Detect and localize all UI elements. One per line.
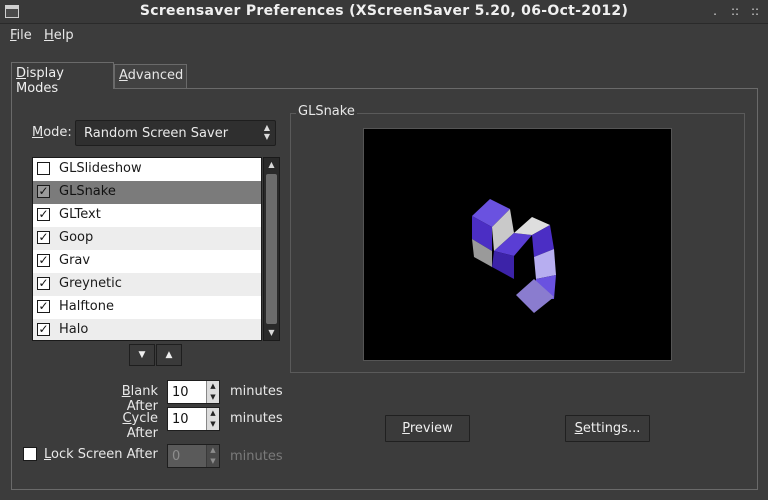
list-item-label: GLSlideshow [59, 161, 142, 176]
snake-segment [492, 251, 514, 279]
scroll-up-icon[interactable]: ▲ [264, 158, 279, 172]
screensaver-list[interactable]: GLSlideshow ✓ GLSnake ✓ GLText ✓ Goop ✓ Grav ✓ Gre… [32, 157, 262, 341]
blank-spin-buttons[interactable]: ▲ ▼ [206, 381, 219, 403]
mode-label: Mode: [32, 125, 72, 140]
enable-checkbox[interactable]: ✓ [37, 208, 50, 221]
tab-advanced-mnemonic: A [119, 68, 128, 83]
spin-down-icon[interactable]: ▼ [207, 392, 219, 403]
menu-bar: File Help [0, 25, 768, 49]
blank-after-unit: minutes [230, 384, 283, 399]
settings-button[interactable]: Settings... [565, 415, 650, 442]
mode-mnemonic: M [32, 125, 44, 140]
select-up-arrow-icon: ▲ [263, 123, 270, 132]
blank-after-spinner[interactable]: 10 ▲ ▼ [167, 380, 220, 404]
tab-display-mnemonic: D [16, 66, 27, 81]
select-down-arrow-icon: ▼ [263, 132, 270, 141]
lock-spin-buttons: ▲ ▼ [206, 445, 219, 467]
spin-up-icon[interactable]: ▲ [207, 408, 219, 419]
cycle-after-label: Cycle After [88, 411, 158, 441]
list-item[interactable]: ✓ Halftone [33, 296, 261, 319]
settings-label: ettings... [582, 421, 641, 436]
cycle-after-unit: minutes [230, 411, 283, 426]
lock-screen-label[interactable]: Lock Screen After [44, 447, 158, 462]
preview-mnemonic: P [402, 421, 410, 436]
close-icon[interactable]: :: [750, 4, 760, 18]
blank-after-value: 10 [172, 385, 189, 400]
enable-checkbox[interactable]: ✓ [37, 185, 50, 198]
scroll-down-icon[interactable]: ▼ [264, 326, 279, 340]
scrollbar-thumb[interactable] [266, 174, 277, 324]
window-controls: . :: :: [710, 4, 760, 18]
spin-up-icon[interactable]: ▲ [207, 381, 219, 392]
list-item[interactable]: ✓ Greynetic [33, 273, 261, 296]
menu-help[interactable]: Help [44, 28, 74, 43]
list-item[interactable]: ✓ Grav [33, 250, 261, 273]
spin-down-icon: ▼ [210, 457, 216, 465]
spin-up-icon: ▲ [210, 446, 216, 454]
preview-button[interactable]: Preview [385, 415, 470, 442]
lock-screen-checkbox[interactable] [23, 447, 37, 461]
glsnake-render [472, 199, 556, 313]
spin-down-icon[interactable]: ▼ [207, 419, 219, 430]
mode-select[interactable]: Random Screen Saver ▲ ▼ [75, 120, 276, 146]
maximize-icon[interactable]: :: [730, 4, 740, 18]
cycle-mnemonic: C [122, 411, 132, 426]
blank-mnemonic: B [121, 384, 131, 399]
list-item-label: Halftone [59, 299, 114, 314]
tab-advanced-label: dvanced [127, 68, 184, 83]
move-down-button[interactable]: ▼ [129, 344, 155, 366]
cycle-label-text: ycle After [126, 411, 158, 441]
list-item[interactable]: ✓ GLSnake [33, 181, 261, 204]
list-item[interactable]: ✓ GLText [33, 204, 261, 227]
enable-checkbox[interactable]: ✓ [37, 323, 50, 336]
lock-label-text: ock Screen After [51, 447, 158, 462]
settings-mnemonic: S [574, 421, 583, 436]
select-arrows-icon: ▲ ▼ [264, 123, 270, 141]
enable-checkbox[interactable]: ✓ [37, 300, 50, 313]
cycle-after-value: 10 [172, 412, 189, 427]
window-title: Screensaver Preferences (XScreenSaver 5.… [139, 3, 629, 19]
list-item[interactable]: GLSlideshow [33, 158, 261, 181]
list-item-label: Greynetic [59, 276, 122, 291]
lock-after-value: 0 [172, 449, 181, 464]
mode-label-text: ode: [43, 125, 72, 140]
enable-checkbox[interactable]: ✓ [37, 231, 50, 244]
menu-help-mnemonic: H [44, 28, 54, 43]
preview-frame-title: GLSnake [296, 104, 357, 119]
minimize-icon[interactable]: . [710, 4, 720, 18]
list-item-label: GLText [59, 207, 101, 222]
list-item-label: GLSnake [59, 184, 116, 199]
tab-display-modes[interactable]: Display Modes [11, 62, 114, 96]
mode-selected-value: Random Screen Saver [84, 126, 229, 141]
list-item[interactable]: ✓ Halo [33, 319, 261, 340]
menu-help-label: elp [53, 28, 74, 43]
enable-checkbox[interactable]: ✓ [37, 254, 50, 267]
cycle-spin-buttons[interactable]: ▲ ▼ [206, 408, 219, 430]
menu-file-label: ile [16, 28, 32, 43]
snake-shape [472, 199, 556, 313]
list-item-label: Halo [59, 322, 89, 337]
blank-label-text: lank After [126, 384, 158, 414]
menu-file[interactable]: File [10, 28, 32, 43]
list-item[interactable]: ✓ Goop [33, 227, 261, 250]
lock-mnemonic: L [44, 447, 52, 462]
lock-after-spinner: 0 ▲ ▼ [167, 444, 220, 468]
title-bar[interactable]: Screensaver Preferences (XScreenSaver 5.… [0, 0, 768, 24]
list-item-label: Goop [59, 230, 94, 245]
move-up-button[interactable]: ▲ [156, 344, 182, 366]
enable-checkbox[interactable]: ✓ [37, 277, 50, 290]
list-scrollbar[interactable]: ▲ ▼ [263, 157, 280, 341]
cycle-after-spinner[interactable]: 10 ▲ ▼ [167, 407, 220, 431]
preview-label: review [409, 421, 453, 436]
list-item-label: Grav [59, 253, 91, 268]
blank-after-label: Blank After [88, 384, 158, 414]
lock-after-unit: minutes [230, 449, 283, 464]
tab-advanced[interactable]: Advanced [114, 64, 187, 88]
enable-checkbox[interactable] [37, 162, 50, 175]
screensaver-preferences-window: Screensaver Preferences (XScreenSaver 5.… [0, 0, 768, 500]
preview-screen [363, 128, 672, 361]
